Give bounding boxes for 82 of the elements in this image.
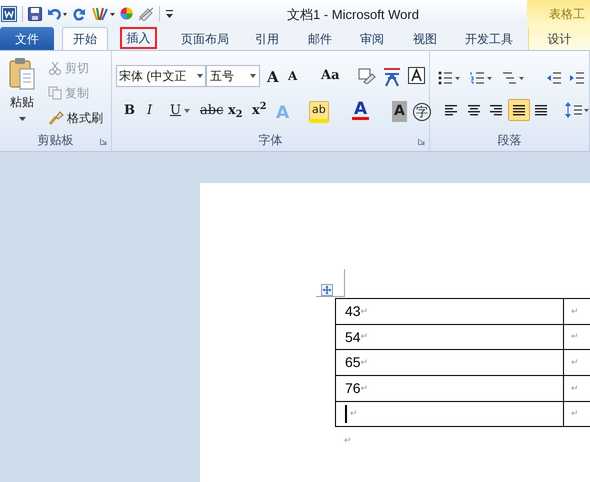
change-case-button[interactable]: Aa [319, 66, 342, 86]
paragraph-mark: ↵ [360, 382, 369, 395]
caret-icon [18, 117, 26, 121]
ribbon-tab[interactable]: 页面布局 [178, 27, 232, 50]
line-spacing-icon[interactable] [565, 102, 589, 118]
font-size-field[interactable]: 五号 [206, 65, 260, 87]
subscript-button[interactable]: x$_{2}$ [226, 100, 245, 122]
align-right-icon [489, 103, 503, 117]
paragraph-mark: ↵ [571, 382, 579, 395]
ribbon-tab[interactable]: 插入 [120, 27, 157, 49]
format-painter-button[interactable]: 格式刷 [48, 108, 103, 128]
group-label: 字体 [258, 132, 284, 149]
undo-icon[interactable] [47, 6, 67, 20]
italic-button[interactable]: I [145, 100, 154, 122]
redo-icon[interactable] [72, 6, 86, 20]
dialog-launcher-icon[interactable] [100, 138, 107, 145]
table-cell-text: 76 [345, 379, 361, 398]
center-icon [466, 103, 480, 117]
word-logo-icon[interactable] [1, 6, 17, 22]
align-left-icon [444, 103, 458, 117]
strikethrough-button[interactable]: abc [198, 100, 226, 122]
dropdown-icon[interactable] [184, 109, 190, 113]
ribbon-tab[interactable]: 视图 [410, 27, 440, 50]
superscript-button[interactable]: x$^{2}$ [250, 100, 269, 122]
table-cell-text: 54 [345, 328, 361, 346]
multilevel-list-icon[interactable] [502, 71, 524, 85]
eraser-icon[interactable] [138, 6, 154, 20]
brushes-icon[interactable] [91, 6, 115, 22]
paragraph-mark: ↵ [571, 407, 579, 420]
clipboard-icon [8, 57, 36, 91]
underline-button[interactable]: U [168, 100, 183, 122]
grow-font-button[interactable]: A [265, 66, 281, 86]
paragraph-mark: ↵ [360, 356, 369, 369]
group-label: 剪贴板 [36, 132, 74, 149]
text-cursor [345, 405, 347, 423]
paragraph-mark: ↵ [360, 304, 369, 318]
numbering-icon[interactable] [470, 71, 492, 85]
phonetic-guide-icon[interactable] [382, 65, 402, 87]
distributed-icon [534, 103, 548, 117]
ribbon-tab[interactable]: 设计 [528, 27, 590, 50]
paste-button[interactable]: 粘贴 [4, 57, 40, 127]
ribbon-tab[interactable]: 邮件 [305, 27, 335, 50]
character-border-icon[interactable] [408, 67, 425, 84]
paragraph-mark: ↵ [360, 330, 369, 344]
font-name-field[interactable]: 宋体 (中文正 [116, 65, 206, 87]
font-color-button[interactable]: A [352, 101, 370, 120]
group-label: 段落 [496, 132, 522, 149]
shrink-font-button[interactable]: A [286, 66, 300, 86]
justify-icon [512, 103, 526, 117]
paragraph-mark: ↵ [350, 407, 358, 420]
window-title: 文档1 - Microsoft Word [287, 6, 419, 24]
color-wheel-icon[interactable] [120, 7, 133, 20]
paragraph-mark: ↵ [344, 434, 352, 447]
table-move-handle-icon[interactable] [321, 284, 333, 296]
dialog-launcher-icon[interactable] [418, 138, 425, 145]
justify-button[interactable] [508, 99, 530, 121]
ribbon-tab[interactable]: 审阅 [357, 27, 387, 50]
bold-button[interactable]: B [122, 100, 137, 122]
context-tab-title: 表格工 [527, 0, 590, 27]
copy-icon [48, 86, 62, 100]
paragraph-mark: ↵ [571, 356, 579, 369]
bullets-icon[interactable] [438, 71, 460, 85]
format-painter-icon [48, 111, 64, 125]
ribbon-tab[interactable]: 开始 [62, 27, 108, 50]
ribbon-tab[interactable]: 引用 [252, 27, 282, 50]
clear-formatting-icon[interactable] [358, 68, 376, 84]
save-icon[interactable] [28, 6, 42, 20]
ribbon-tab[interactable]: 文件 [0, 27, 54, 50]
paragraph-mark: ↵ [571, 330, 579, 344]
table-cell-text: 65 [345, 353, 361, 372]
caret-icon [197, 74, 203, 78]
increase-indent-icon[interactable] [570, 71, 584, 85]
table-cell-text: 43 [345, 302, 361, 321]
decrease-indent-icon[interactable] [547, 71, 561, 85]
caret-icon [250, 74, 256, 78]
ribbon-tab[interactable]: 开发工具 [460, 27, 518, 50]
paragraph-mark: ↵ [571, 304, 579, 318]
highlight-color-button[interactable]: ab [309, 101, 329, 122]
customize-menu-icon[interactable] [165, 8, 174, 18]
cut-icon [48, 61, 62, 75]
character-shading-button[interactable]: A [392, 101, 407, 122]
enclose-characters-button[interactable]: 字 [413, 103, 431, 121]
